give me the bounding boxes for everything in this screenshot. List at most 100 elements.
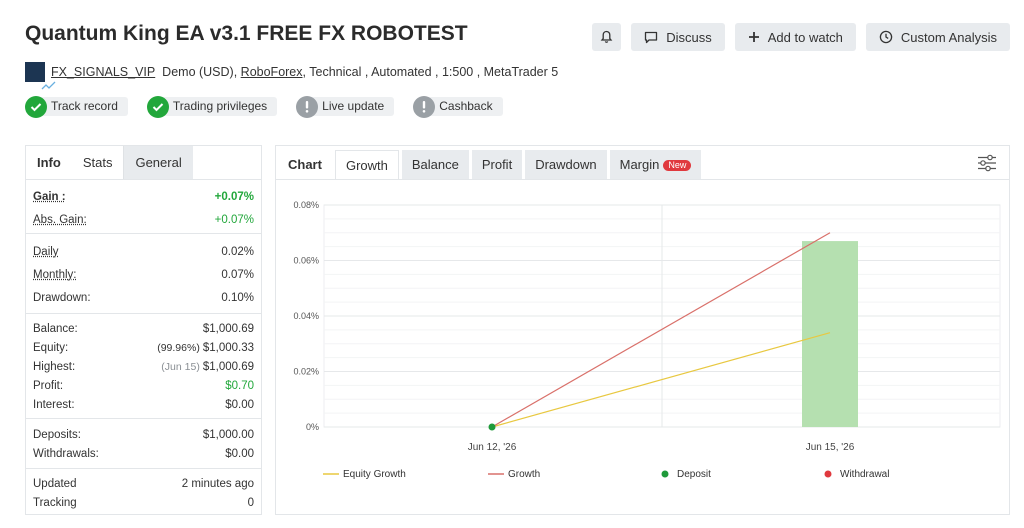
abs-gain-row: Abs. Gain: +0.07% [33,210,254,230]
y-tick-label: 0.06% [293,256,319,266]
check-icon [146,95,169,118]
sliders-icon [978,154,996,172]
updated-label: Updated [33,477,77,490]
bell-icon [600,30,613,43]
deposits-group: Deposits: $1,000.00 Withdrawals: $0.00 [26,419,261,469]
verification-badges: Track record Trading privileges Live upd… [25,95,503,118]
monthly-value: 0.07% [221,268,254,281]
equity-note: (99.96%) [157,341,200,354]
tab-margin[interactable]: Margin New [609,150,702,179]
owner-link[interactable]: FX_SIGNALS_VIP [51,65,155,79]
drawdown-value: 0.10% [221,291,254,304]
tracking-group: Updated 2 minutes ago Tracking 0 [26,469,261,516]
growth-chart: 0% 0.02% 0.04% 0.06% 0.08% Jun 12, '26 Jun 15,… [293,200,1001,480]
tracking-value: 0 [247,496,254,509]
tab-balance[interactable]: Balance [401,150,469,179]
withdrawals-value: $0.00 [225,447,254,460]
rates-group: Daily 0.02% Monthly: 0.07% Drawdown: 0.1… [26,234,261,314]
page-title: Quantum King EA v3.1 FREE FX ROBOTEST [25,22,468,45]
legend-label: Withdrawal [840,469,889,480]
monthly-label[interactable]: Monthly: [33,269,76,281]
avatar [25,62,56,90]
balance-label: Balance: [33,322,78,335]
badge-label: Live update [308,97,395,116]
badge-trading-privileges[interactable]: Trading privileges [146,95,278,118]
badge-label: Trading privileges [158,97,278,116]
badge-live-update[interactable]: Live update [296,95,395,118]
chart-settings-button[interactable] [977,154,997,177]
check-icon [25,95,47,118]
custom-analysis-label: Custom Analysis [900,29,997,45]
add-to-watch-button[interactable]: Add to watch [734,23,856,51]
profit-label: Profit: [33,379,64,392]
tab-profit[interactable]: Profit [471,150,523,179]
discuss-label: Discuss [666,29,712,45]
tab-chart[interactable]: Chart [278,150,332,179]
y-tick-label: 0.02% [293,367,319,377]
account-type-text: Demo (USD), [162,65,238,79]
broker-link[interactable]: RoboForex [241,65,303,79]
tab-drawdown[interactable]: Drawdown [525,150,607,179]
x-tick-label: Jun 12, '26 [468,442,517,453]
badge-label: Track record [37,97,128,116]
tab-growth[interactable]: Growth [334,150,399,179]
chart-panel: Chart Growth Balance Profit Drawdown Mar… [275,145,1010,515]
chart-thumbnail-icon [41,81,56,90]
badge-cashback[interactable]: Cashback [413,95,503,118]
add-to-watch-label: Add to watch [767,29,843,45]
tab-info[interactable]: Info [26,146,72,179]
highest-label: Highest: [33,360,76,373]
withdrawals-row: Withdrawals: $0.00 [33,444,254,463]
deposits-row: Deposits: $1,000.00 [33,425,254,444]
equity-label: Equity: [33,341,69,354]
daily-value: 0.02% [221,245,254,258]
tab-general[interactable]: General [123,146,193,179]
daily-label[interactable]: Daily [33,246,59,258]
equity-value: $1,000.33 [202,341,254,354]
monthly-row: Monthly: 0.07% [33,263,254,286]
withdrawals-label: Withdrawals: [33,447,99,460]
discuss-button[interactable]: Discuss [631,23,725,51]
badge-track-record[interactable]: Track record [25,95,128,118]
chart-tabs: Chart Growth Balance Profit Drawdown Mar… [276,146,1009,180]
notifications-button[interactable] [592,23,622,51]
account-type [155,65,162,79]
updated-value: 2 minutes ago [181,477,254,490]
drawdown-row: Drawdown: 0.10% [33,286,254,309]
balance-row: Balance: $1,000.69 [33,319,254,338]
legend-label: Deposit [677,469,711,480]
gain-label[interactable]: Gain : [33,191,66,203]
profit-row: Profit: $0.70 [33,376,254,395]
header-actions: Discuss Add to watch Custom Analysis [592,23,1010,51]
custom-analysis-button[interactable]: Custom Analysis [865,23,1010,51]
deposits-label: Deposits: [33,428,81,441]
tracking-label: Tracking [33,496,77,509]
gain-group: Gain : +0.07% Abs. Gain: +0.07% [26,180,261,234]
equity-row: Equity: (99.96%) $1,000.33 [33,338,254,357]
gain-row: Gain : +0.07% [33,184,254,210]
abs-gain-label[interactable]: Abs. Gain: [33,214,87,226]
updated-row: Updated 2 minutes ago [33,474,254,493]
y-tick-label: 0% [306,422,319,432]
exclamation-icon [296,95,319,118]
account-info: FX_SIGNALS_VIP Demo (USD), RoboForex , T… [25,62,558,90]
gain-value: +0.07% [214,191,254,203]
x-tick-label: Jun 15, '26 [806,442,855,453]
interest-row: Interest: $0.00 [33,395,254,414]
legend-label: Equity Growth [343,469,406,480]
y-tick-label: 0.04% [293,311,319,321]
clock-icon [879,30,893,44]
new-badge: New [663,160,692,171]
highest-note: (Jun 15) [161,360,200,373]
chat-icon [645,31,658,43]
tab-stats[interactable]: Stats [72,146,124,179]
badge-label: Cashback [425,97,503,116]
balance-value: $1,000.69 [202,322,254,335]
growth-bar [802,241,858,427]
deposits-value: $1,000.00 [202,428,254,441]
abs-gain-value: +0.07% [214,214,254,226]
legend-label: Growth [508,469,540,480]
exclamation-icon [413,95,436,118]
balance-group: Balance: $1,000.69 Equity: (99.96%) $1,00… [26,314,261,419]
tab-margin-label: Margin [619,157,660,172]
